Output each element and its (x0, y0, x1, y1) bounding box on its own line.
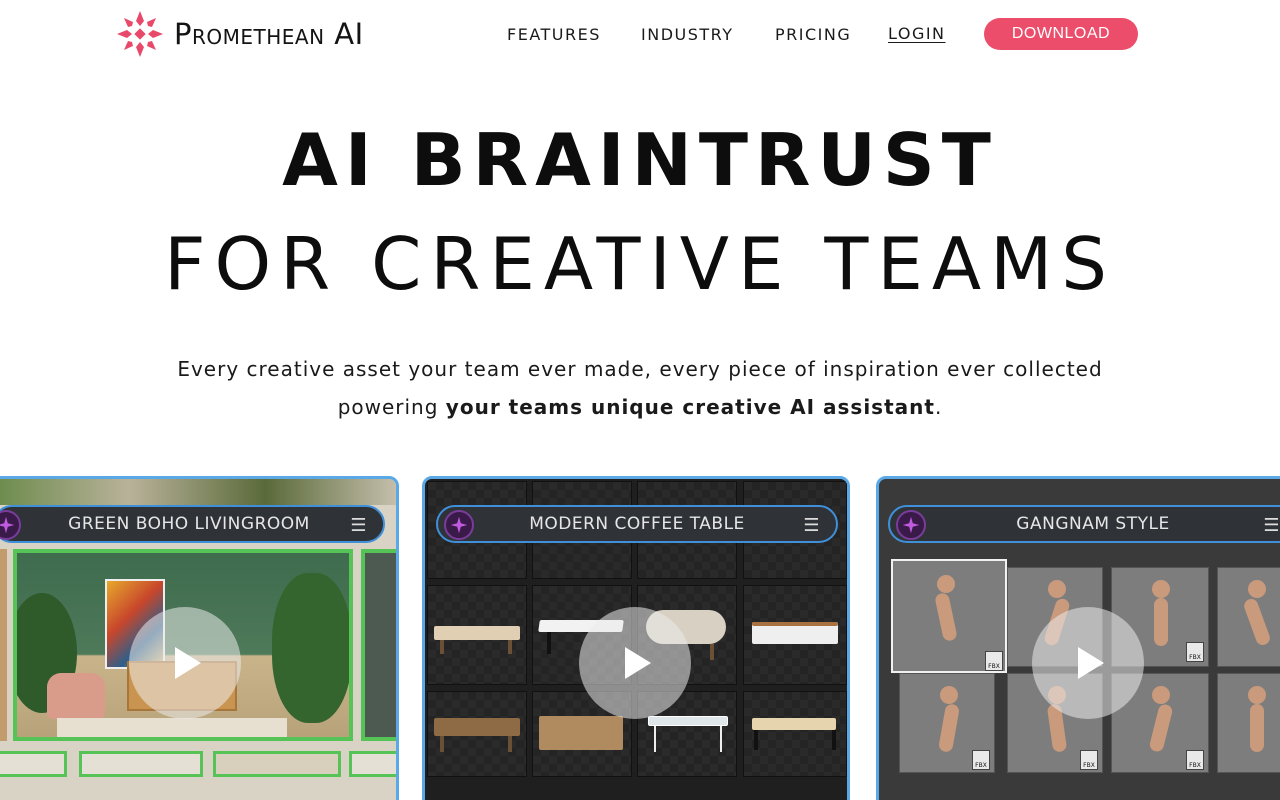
rug-shape (57, 718, 287, 737)
asset-cell (427, 691, 527, 777)
top-navigation: Promethean AI FEATURES INDUSTRY PRICING … (0, 0, 1280, 70)
livingroom-thumb (213, 751, 341, 777)
nav-link-pricing[interactable]: PRICING (775, 25, 851, 44)
card-title-bar: GREEN BOHO LIVINGROOM ☰ (0, 505, 385, 543)
card-title: MODERN COFFEE TABLE (529, 514, 745, 534)
hero-subtitle-pre: powering (337, 395, 446, 419)
card-title: GANGNAM STYLE (1016, 514, 1170, 534)
hero-subtitle-post: . (934, 395, 943, 419)
fbx-file-icon: FBX (1080, 750, 1098, 770)
asset-cell (743, 691, 847, 777)
hero-title-line-1: AI BRAINTRUST (282, 118, 998, 202)
plant-shape (272, 573, 349, 723)
demo-card-livingroom[interactable]: GREEN BOHO LIVINGROOM ☰ (0, 476, 399, 800)
livingroom-top-strip (0, 479, 396, 505)
hero-title-line-2: FOR CREATIVE TEAMS (164, 222, 1116, 306)
fbx-file-icon: FBX (1186, 750, 1204, 770)
chair-shape (47, 673, 105, 719)
demo-card-coffee-table[interactable]: MODERN COFFEE TABLE ☰ (422, 476, 850, 800)
play-icon[interactable] (579, 607, 691, 719)
nav-link-industry[interactable]: INDUSTRY (641, 25, 734, 44)
animation-cell (1217, 567, 1280, 667)
play-icon[interactable] (129, 607, 241, 719)
hero-subtitle-bold: your teams unique creative AI assistant (445, 395, 935, 419)
star-flower-icon (117, 11, 163, 57)
login-link[interactable]: LOGIN (888, 24, 946, 43)
hero-subtitle: Every creative asset your team ever made… (0, 350, 1280, 426)
fbx-file-icon: FBX (972, 750, 990, 770)
assistant-logo-icon (444, 510, 474, 540)
assistant-logo-icon (0, 510, 21, 540)
hamburger-menu-icon[interactable]: ☰ (1263, 515, 1280, 536)
fbx-file-icon: FBX (985, 651, 1003, 671)
livingroom-thumb (0, 751, 67, 777)
animation-cell: FBX (899, 673, 995, 773)
nav-link-features[interactable]: FEATURES (507, 25, 601, 44)
brand-name: Promethean AI (174, 17, 364, 51)
demo-card-gangnam-style[interactable]: FBX FBX FBX FBX FBX GANGNAM STYLE ☰ (876, 476, 1280, 800)
hero-subtitle-line-1: Every creative asset your team ever made… (177, 357, 1103, 381)
livingroom-left-thumb (0, 549, 7, 741)
animation-cell (1217, 673, 1280, 773)
card-title: GREEN BOHO LIVINGROOM (68, 514, 310, 534)
card-title-bar: MODERN COFFEE TABLE ☰ (436, 505, 838, 543)
download-button[interactable]: DOWNLOAD (984, 18, 1138, 50)
livingroom-thumb (349, 751, 396, 777)
livingroom-right-thumb (361, 549, 396, 741)
fbx-file-icon: FBX (1186, 642, 1204, 662)
play-icon[interactable] (1032, 607, 1144, 719)
asset-cell (743, 585, 847, 685)
brand-logo[interactable]: Promethean AI (115, 9, 364, 59)
hamburger-menu-icon[interactable]: ☰ (803, 515, 820, 536)
livingroom-thumb (79, 751, 203, 777)
asset-cell (427, 585, 527, 685)
hamburger-menu-icon[interactable]: ☰ (350, 515, 367, 536)
card-title-bar: GANGNAM STYLE ☰ (888, 505, 1280, 543)
animation-cell: FBX (891, 559, 1007, 673)
assistant-logo-icon (896, 510, 926, 540)
